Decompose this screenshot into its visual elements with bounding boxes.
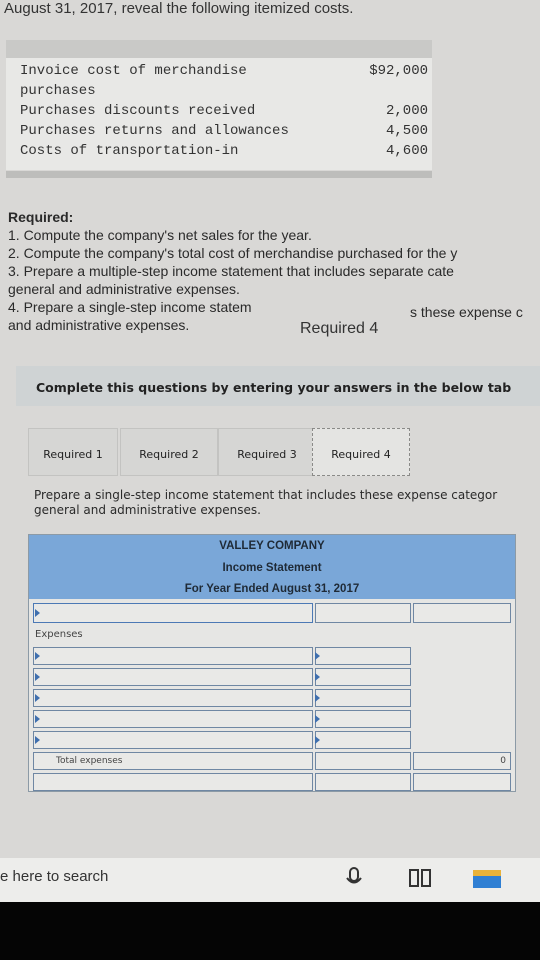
microphone-icon[interactable] — [344, 866, 364, 890]
taskbar-search-box[interactable]: e here to search — [0, 868, 108, 885]
tab-label: Required 2 — [139, 448, 199, 461]
revenue-label-input[interactable] — [33, 603, 313, 623]
banner-text: Complete this questions by entering your… — [36, 380, 512, 395]
statement-title: Income Statement — [222, 562, 322, 574]
cost-label: Purchases returns and allowances — [20, 123, 289, 139]
input-marker-icon — [35, 694, 40, 702]
tab-required-4[interactable]: Required 4 — [312, 428, 410, 476]
expense-amount-input[interactable] — [315, 710, 411, 728]
cost-value: 2,000 — [385, 103, 428, 119]
input-marker-icon — [35, 673, 40, 681]
net-income-amount-input[interactable] — [315, 773, 411, 791]
company-name: VALLEY COMPANY — [219, 540, 325, 552]
expense-label-input[interactable] — [33, 689, 313, 707]
input-marker-icon — [315, 694, 320, 702]
expense-label-input[interactable] — [33, 710, 313, 728]
tab-required-3[interactable]: Required 3 — [218, 428, 316, 476]
total-expenses-value: 0 — [500, 756, 506, 766]
expense-label-input[interactable] — [33, 668, 313, 686]
cost-value: 4,600 — [385, 143, 428, 159]
required-item-tail: s these expense c — [410, 304, 523, 320]
total-expenses-spacer — [315, 752, 411, 770]
problem-intro-text: August 31, 2017, reveal the following it… — [4, 0, 354, 17]
expense-label-input[interactable] — [33, 731, 313, 749]
cost-value: $92,000 — [369, 63, 428, 79]
revenue-amount-input[interactable] — [315, 603, 411, 623]
input-marker-icon — [315, 715, 320, 723]
file-explorer-icon[interactable] — [472, 866, 502, 890]
expense-amount-input[interactable] — [315, 731, 411, 749]
tab-instructions: Prepare a single-step income statement t… — [34, 488, 497, 518]
expense-amount-input[interactable] — [315, 668, 411, 686]
revenue-total-input[interactable] — [413, 603, 511, 623]
required-item: general and administrative expenses. — [8, 281, 240, 297]
net-income-label-input[interactable] — [33, 773, 313, 791]
expense-amount-input[interactable] — [315, 689, 411, 707]
expenses-label: Expenses — [35, 629, 83, 640]
instructions-banner: Complete this questions by entering your… — [16, 366, 540, 406]
expense-label-input[interactable] — [33, 647, 313, 665]
required-item: 2. Compute the company's total cost of m… — [8, 245, 458, 261]
tab-label: Required 1 — [43, 448, 103, 461]
cost-label: purchases — [20, 83, 96, 99]
expense-amount-input[interactable] — [315, 647, 411, 665]
instruction-line: Prepare a single-step income statement t… — [34, 488, 498, 502]
statement-period: For Year Ended August 31, 2017 — [184, 583, 360, 595]
required-item: 3. Prepare a multiple-step income statem… — [8, 263, 454, 279]
input-marker-icon — [35, 652, 40, 660]
income-statement-table: VALLEY COMPANY Income Statement For Year… — [28, 534, 516, 792]
input-marker-icon — [35, 715, 40, 723]
tab-label: Required 3 — [237, 448, 297, 461]
required-heading: Required: — [8, 209, 74, 225]
required-tooltip: Required 4 — [300, 320, 379, 337]
statement-header: VALLEY COMPANY Income Statement For Year… — [29, 535, 515, 599]
cost-label: Purchases discounts received — [20, 103, 256, 119]
required-item: 1. Compute the company's net sales for t… — [8, 227, 312, 243]
net-income-total-input[interactable] — [413, 773, 511, 791]
screen-bezel — [0, 902, 540, 960]
task-view-icon[interactable] — [408, 866, 434, 890]
tab-label: Required 4 — [331, 448, 391, 461]
total-expenses-value-cell: 0 — [413, 752, 511, 770]
total-expenses-label: Total expenses — [56, 756, 123, 766]
cost-value: 4,500 — [385, 123, 428, 139]
instruction-line: general and administrative expenses. — [34, 503, 261, 517]
table-bottom-bar — [6, 171, 432, 178]
tab-required-1[interactable]: Required 1 — [28, 428, 118, 476]
tab-required-2[interactable]: Required 2 — [120, 428, 218, 476]
cost-data-table: Invoice cost of merchandise $92,000 purc… — [6, 40, 432, 178]
input-marker-icon — [315, 652, 320, 660]
cost-label: Costs of transportation-in — [20, 143, 239, 159]
cost-label: Invoice cost of merchandise — [20, 63, 247, 79]
input-marker-icon — [315, 736, 320, 744]
total-expenses-row: Total expenses — [33, 752, 313, 770]
table-top-bar — [6, 40, 432, 58]
input-marker-icon — [315, 673, 320, 681]
input-marker-icon — [35, 609, 40, 617]
input-marker-icon — [35, 736, 40, 744]
